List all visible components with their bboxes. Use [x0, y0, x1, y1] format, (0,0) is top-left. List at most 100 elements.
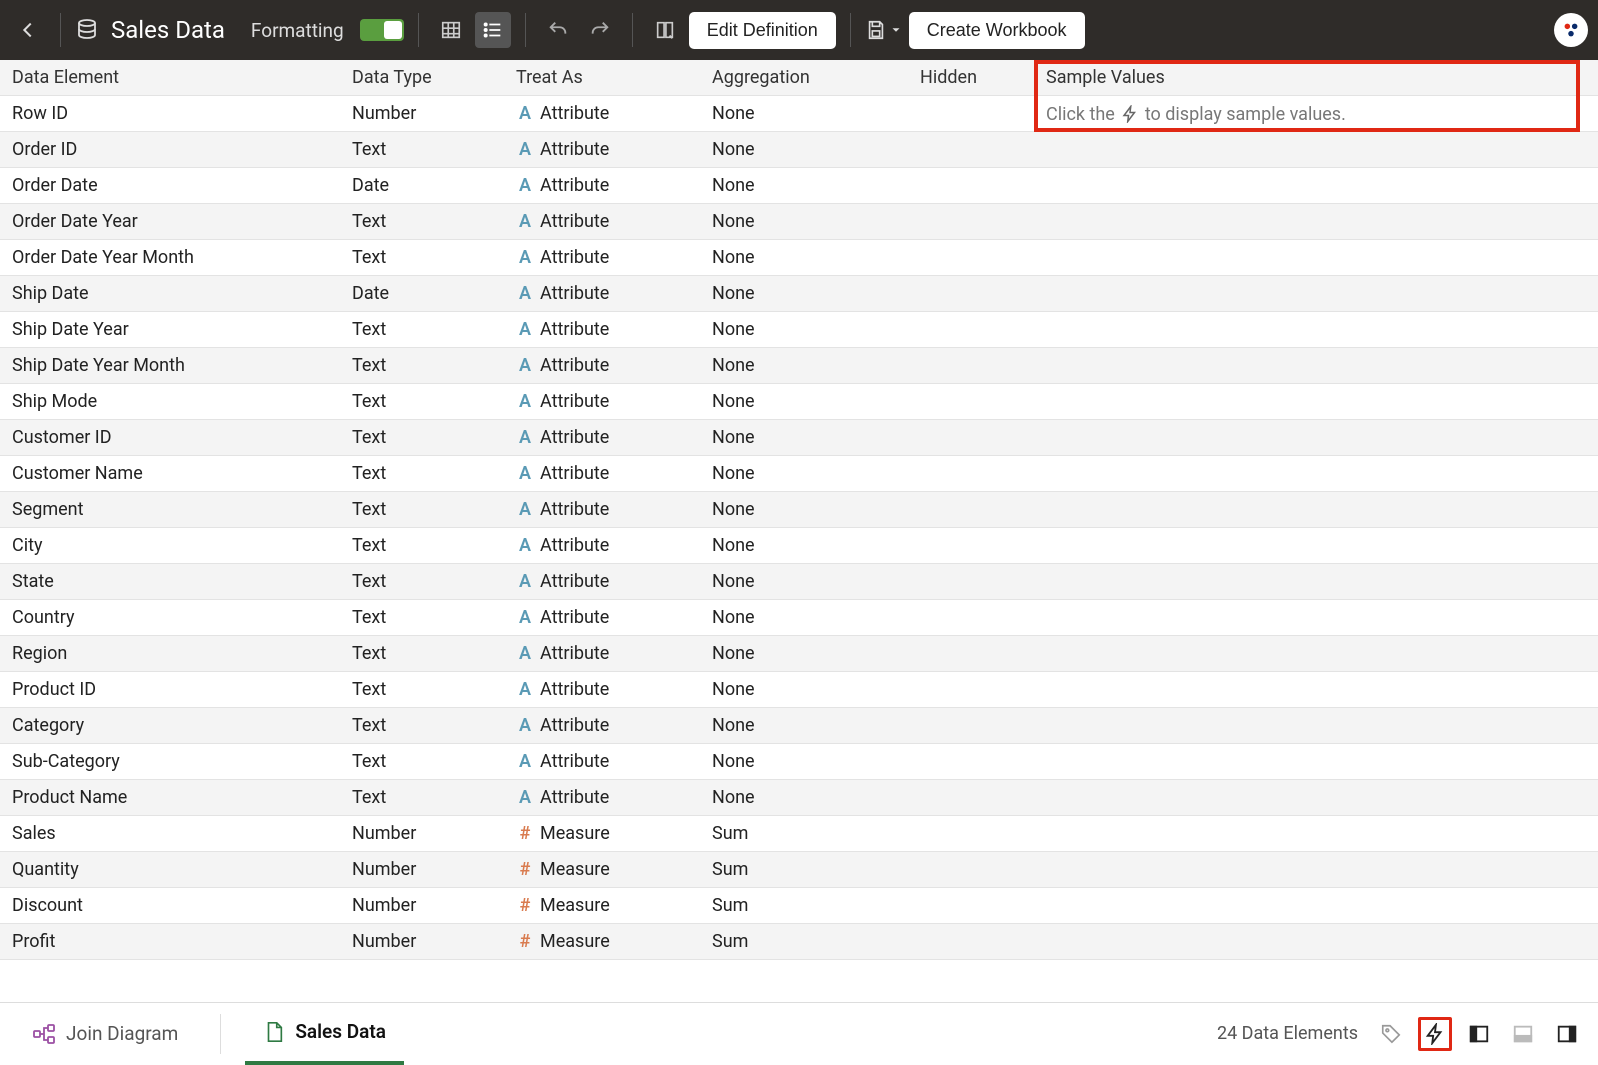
- table-row[interactable]: QuantityNumber#MeasureSum: [0, 852, 1598, 888]
- cell-treat-as[interactable]: AAttribute: [504, 279, 700, 308]
- cell-treat-as[interactable]: AAttribute: [504, 459, 700, 488]
- cell-hidden[interactable]: [908, 542, 1034, 550]
- table-row[interactable]: DiscountNumber#MeasureSum: [0, 888, 1598, 924]
- cell-hidden[interactable]: [908, 146, 1034, 154]
- cell-treat-as[interactable]: #Measure: [504, 927, 700, 956]
- table-row[interactable]: CountryTextAAttributeNone: [0, 600, 1598, 636]
- cell-treat-as[interactable]: AAttribute: [504, 387, 700, 416]
- col-sample-values[interactable]: Sample Values: [1034, 63, 1598, 92]
- table-row[interactable]: Product NameTextAAttributeNone: [0, 780, 1598, 816]
- cell-aggregation[interactable]: None: [700, 747, 908, 776]
- table-row[interactable]: ProfitNumber#MeasureSum: [0, 924, 1598, 960]
- cell-treat-as[interactable]: AAttribute: [504, 207, 700, 236]
- table-row[interactable]: Order Date YearTextAAttributeNone: [0, 204, 1598, 240]
- cell-aggregation[interactable]: Sum: [700, 927, 908, 956]
- table-row[interactable]: SalesNumber#MeasureSum: [0, 816, 1598, 852]
- cell-treat-as[interactable]: AAttribute: [504, 639, 700, 668]
- redo-button[interactable]: [582, 12, 618, 48]
- panel-bottom-button[interactable]: [1506, 1017, 1540, 1051]
- cell-hidden[interactable]: [908, 758, 1034, 766]
- panel-right-button[interactable]: [1550, 1017, 1584, 1051]
- cell-aggregation[interactable]: None: [700, 315, 908, 344]
- cell-hidden[interactable]: [908, 218, 1034, 226]
- table-row[interactable]: Order Date Year MonthTextAAttributeNone: [0, 240, 1598, 276]
- cell-aggregation[interactable]: None: [700, 459, 908, 488]
- table-row[interactable]: CategoryTextAAttributeNone: [0, 708, 1598, 744]
- cell-treat-as[interactable]: AAttribute: [504, 315, 700, 344]
- save-menu[interactable]: [865, 19, 903, 41]
- cell-hidden[interactable]: [908, 614, 1034, 622]
- cell-treat-as[interactable]: AAttribute: [504, 603, 700, 632]
- create-workbook-button[interactable]: Create Workbook: [909, 12, 1085, 49]
- cell-treat-as[interactable]: #Measure: [504, 891, 700, 920]
- cell-aggregation[interactable]: None: [700, 603, 908, 632]
- cell-aggregation[interactable]: None: [700, 243, 908, 272]
- table-row[interactable]: RegionTextAAttributeNone: [0, 636, 1598, 672]
- cell-aggregation[interactable]: Sum: [700, 891, 908, 920]
- cell-aggregation[interactable]: None: [700, 99, 908, 128]
- cell-hidden[interactable]: [908, 398, 1034, 406]
- table-row[interactable]: Order DateDateAAttributeNone: [0, 168, 1598, 204]
- run-sample-button[interactable]: [1418, 1017, 1452, 1051]
- table-row[interactable]: Ship Date Year MonthTextAAttributeNone: [0, 348, 1598, 384]
- preview-button[interactable]: [647, 12, 683, 48]
- tag-icon[interactable]: [1374, 1017, 1408, 1051]
- cell-aggregation[interactable]: None: [700, 711, 908, 740]
- table-row[interactable]: SegmentTextAAttributeNone: [0, 492, 1598, 528]
- list-view-button[interactable]: [475, 12, 511, 48]
- formatting-toggle[interactable]: [360, 19, 404, 41]
- cell-treat-as[interactable]: #Measure: [504, 855, 700, 884]
- cell-aggregation[interactable]: None: [700, 567, 908, 596]
- cell-hidden[interactable]: [908, 254, 1034, 262]
- cell-treat-as[interactable]: AAttribute: [504, 783, 700, 812]
- table-row[interactable]: Customer NameTextAAttributeNone: [0, 456, 1598, 492]
- cell-treat-as[interactable]: AAttribute: [504, 567, 700, 596]
- cell-hidden[interactable]: [908, 794, 1034, 802]
- cell-hidden[interactable]: [908, 326, 1034, 334]
- cell-aggregation[interactable]: None: [700, 675, 908, 704]
- table-row[interactable]: Ship DateDateAAttributeNone: [0, 276, 1598, 312]
- cell-aggregation[interactable]: None: [700, 207, 908, 236]
- cell-treat-as[interactable]: AAttribute: [504, 135, 700, 164]
- cell-aggregation[interactable]: None: [700, 171, 908, 200]
- cell-treat-as[interactable]: AAttribute: [504, 495, 700, 524]
- cell-aggregation[interactable]: None: [700, 279, 908, 308]
- table-row[interactable]: StateTextAAttributeNone: [0, 564, 1598, 600]
- cell-treat-as[interactable]: AAttribute: [504, 351, 700, 380]
- cell-treat-as[interactable]: AAttribute: [504, 171, 700, 200]
- cell-hidden[interactable]: [908, 902, 1034, 910]
- table-row[interactable]: Order IDTextAAttributeNone: [0, 132, 1598, 168]
- table-row[interactable]: Customer IDTextAAttributeNone: [0, 420, 1598, 456]
- cell-treat-as[interactable]: AAttribute: [504, 675, 700, 704]
- cell-hidden[interactable]: [908, 686, 1034, 694]
- cell-hidden[interactable]: [908, 470, 1034, 478]
- col-data-element[interactable]: Data Element: [0, 63, 340, 92]
- undo-button[interactable]: [540, 12, 576, 48]
- cell-treat-as[interactable]: AAttribute: [504, 747, 700, 776]
- cell-aggregation[interactable]: None: [700, 495, 908, 524]
- cell-hidden[interactable]: [908, 650, 1034, 658]
- cell-aggregation[interactable]: None: [700, 531, 908, 560]
- join-diagram-tab[interactable]: Join Diagram: [14, 1003, 196, 1065]
- cell-hidden[interactable]: [908, 830, 1034, 838]
- cell-treat-as[interactable]: AAttribute: [504, 711, 700, 740]
- cell-aggregation[interactable]: None: [700, 423, 908, 452]
- col-data-type[interactable]: Data Type: [340, 63, 504, 92]
- cell-aggregation[interactable]: None: [700, 783, 908, 812]
- brand-logo[interactable]: [1554, 13, 1588, 47]
- cell-hidden[interactable]: [908, 866, 1034, 874]
- cell-hidden[interactable]: [908, 434, 1034, 442]
- cell-aggregation[interactable]: None: [700, 351, 908, 380]
- table-row[interactable]: Sub-CategoryTextAAttributeNone: [0, 744, 1598, 780]
- cell-hidden[interactable]: [908, 722, 1034, 730]
- table-row[interactable]: CityTextAAttributeNone: [0, 528, 1598, 564]
- cell-treat-as[interactable]: AAttribute: [504, 423, 700, 452]
- col-aggregation[interactable]: Aggregation: [700, 63, 908, 92]
- grid-view-button[interactable]: [433, 12, 469, 48]
- table-row[interactable]: Ship ModeTextAAttributeNone: [0, 384, 1598, 420]
- cell-aggregation[interactable]: Sum: [700, 855, 908, 884]
- cell-hidden[interactable]: [908, 110, 1034, 118]
- cell-hidden[interactable]: [908, 290, 1034, 298]
- back-button[interactable]: [10, 12, 46, 48]
- cell-treat-as[interactable]: AAttribute: [504, 99, 700, 128]
